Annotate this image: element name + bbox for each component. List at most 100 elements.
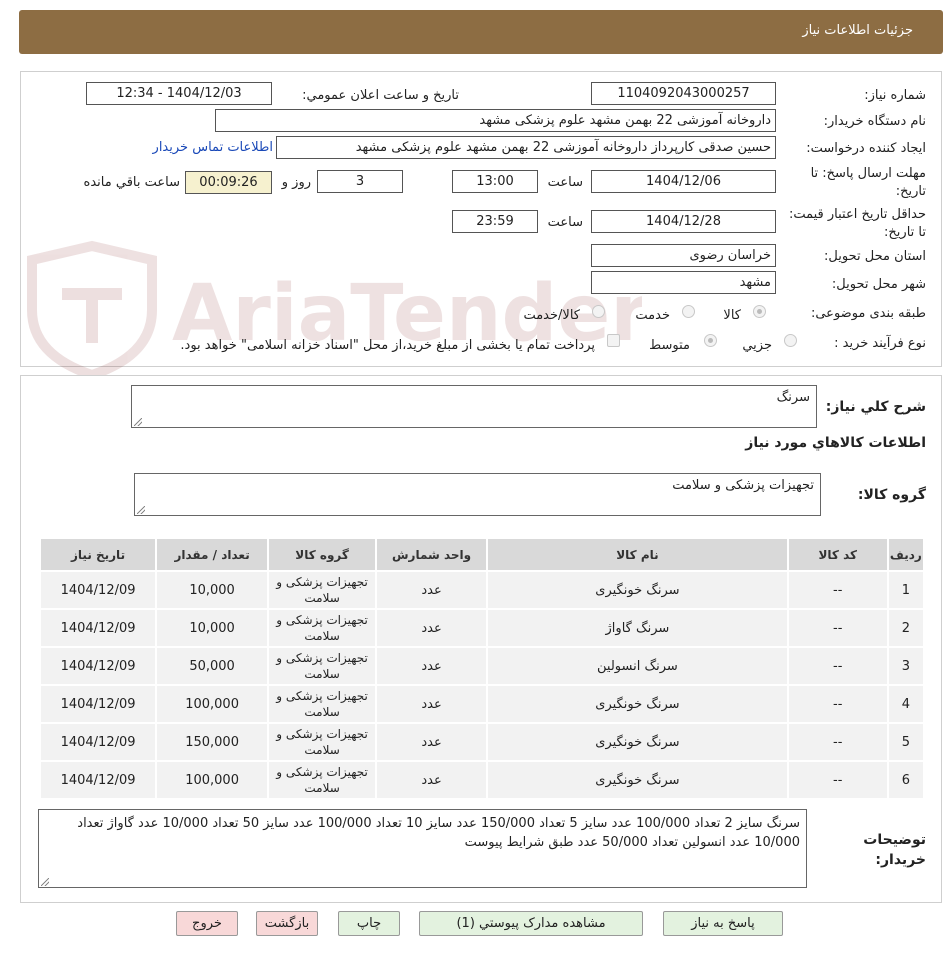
cell-item-code: -- xyxy=(788,610,887,646)
cell-unit: عدد xyxy=(377,648,487,684)
process-option-medium: متوسط xyxy=(649,338,690,353)
payment-note: پرداخت تمام یا بخشی از مبلغ خرید،از محل … xyxy=(180,338,595,353)
page-header: جزئیات اطلاعات نیاز xyxy=(19,10,943,54)
cell-item-code: -- xyxy=(788,686,887,722)
category-radio-goods[interactable] xyxy=(753,305,766,318)
general-desc-text: سرنگ xyxy=(776,390,810,405)
cell-need-date: 1404/12/09 xyxy=(41,610,156,646)
category-option-goods: کالا xyxy=(723,308,741,323)
items-section-title: اطلاعات کالاهاي مورد نیاز xyxy=(745,435,926,451)
cell-need-date: 1404/12/09 xyxy=(41,762,156,798)
days-label: روز و xyxy=(281,175,311,190)
cell-goods-group: تجهیزات پزشکی و سلامت xyxy=(269,762,376,798)
cell-goods-group: تجهیزات پزشکی و سلامت xyxy=(269,648,376,684)
cell-item-name: سرنگ خونگیری xyxy=(488,572,787,608)
cell-unit: عدد xyxy=(377,686,487,722)
cell-quantity: 10,000 xyxy=(157,610,268,646)
items-table: ردیف کد کالا نام کالا واحد شمارش گروه کا… xyxy=(39,537,925,800)
need-number-label: شماره نیاز: xyxy=(864,88,926,103)
view-attachments-button[interactable]: مشاهده مدارک پیوستي (1) xyxy=(419,911,643,936)
city-field: مشهد xyxy=(591,271,776,294)
cell-unit: عدد xyxy=(377,572,487,608)
requester-field: حسین صدقی کارپرداز داروخانه آموزشی 22 به… xyxy=(276,136,776,159)
process-radio-small[interactable] xyxy=(784,334,797,347)
validity-label: حداقل تاریخ اعتبار قیمت: تا تاریخ: xyxy=(788,207,926,240)
print-button[interactable]: چاپ xyxy=(338,911,400,936)
cell-item-name: سرنگ خونگیری xyxy=(488,762,787,798)
cell-goods-group: تجهیزات پزشکی و سلامت xyxy=(269,610,376,646)
buyer-notes-text: سرنگ سایز 2 تعداد 100/000 عدد سایز 5 تعد… xyxy=(77,816,800,850)
cell-need-date: 1404/12/09 xyxy=(41,648,156,684)
announce-field: 1404/12/03 - 12:34 xyxy=(86,82,272,105)
table-row: 3 -- سرنگ انسولین عدد تجهیزات پزشکی و سلامت 5… xyxy=(41,648,923,684)
validity-time-field: 23:59 xyxy=(452,210,538,233)
deadline-time-label: ساعت xyxy=(547,175,583,190)
goods-group-field[interactable]: تجهیزات پزشکی و سلامت xyxy=(134,473,821,516)
cell-quantity: 150,000 xyxy=(157,724,268,760)
cell-item-code: -- xyxy=(788,572,887,608)
cell-unit: عدد xyxy=(377,724,487,760)
cell-quantity: 100,000 xyxy=(157,762,268,798)
col-item-name: نام کالا xyxy=(488,539,787,570)
cell-row-number: 4 xyxy=(888,686,923,722)
col-need-date: تاریخ نیاز xyxy=(41,539,156,570)
cell-row-number: 5 xyxy=(888,724,923,760)
cell-need-date: 1404/12/09 xyxy=(41,572,156,608)
validity-date-field: 1404/12/28 xyxy=(591,210,776,233)
general-desc-field[interactable]: سرنگ xyxy=(131,385,817,428)
cell-goods-group: تجهیزات پزشکی و سلامت xyxy=(269,572,376,608)
cell-goods-group: تجهیزات پزشکی و سلامت xyxy=(269,724,376,760)
cell-item-code: -- xyxy=(788,724,887,760)
announce-label: تاریخ و ساعت اعلان عمومي: xyxy=(302,88,459,103)
days-field: 3 xyxy=(317,170,403,193)
col-item-code: کد کالا xyxy=(788,539,887,570)
cell-quantity: 100,000 xyxy=(157,686,268,722)
category-radio-service[interactable] xyxy=(682,305,695,318)
process-option-small: جزیي xyxy=(742,338,772,353)
table-row: 6 -- سرنگ خونگیری عدد تجهیزات پزشکی و سلامت 1… xyxy=(41,762,923,798)
buyer-org-label: نام دستگاه خریدار: xyxy=(823,114,926,129)
cell-unit: عدد xyxy=(377,762,487,798)
cell-goods-group: تجهیزات پزشکی و سلامت xyxy=(269,686,376,722)
cell-need-date: 1404/12/09 xyxy=(41,724,156,760)
resize-grip-icon xyxy=(134,418,142,426)
general-desc-label: شرح کلي نیاز: xyxy=(825,399,926,415)
col-unit: واحد شمارش xyxy=(377,539,487,570)
table-row: 4 -- سرنگ خونگیری عدد تجهیزات پزشکی و سلامت 1… xyxy=(41,686,923,722)
buyer-notes-label: توضیحات خریدار: xyxy=(863,832,926,868)
validity-time-label: ساعت xyxy=(547,215,583,230)
table-row: 2 -- سرنگ گاواژ عدد تجهیزات پزشکی و سلامت 10,… xyxy=(41,610,923,646)
buyer-notes-field[interactable]: سرنگ سایز 2 تعداد 100/000 عدد سایز 5 تعد… xyxy=(38,809,807,888)
resize-grip-icon xyxy=(137,506,145,514)
need-number-field: 1104092043000257 xyxy=(591,82,776,105)
remaining-time-field: 00:09:26 xyxy=(185,171,272,194)
remaining-label: ساعت باقي مانده xyxy=(83,175,180,190)
reply-button[interactable]: پاسخ به نیاز xyxy=(663,911,783,936)
category-option-service: خدمت xyxy=(635,308,670,323)
cell-quantity: 50,000 xyxy=(157,648,268,684)
category-radio-both[interactable] xyxy=(592,305,605,318)
cell-row-number: 3 xyxy=(888,648,923,684)
province-label: استان محل تحویل: xyxy=(824,249,926,264)
treasury-checkbox[interactable] xyxy=(607,334,620,347)
cell-need-date: 1404/12/09 xyxy=(41,686,156,722)
deadline-date-field: 1404/12/06 xyxy=(591,170,776,193)
cell-row-number: 6 xyxy=(888,762,923,798)
buyer-contact-link[interactable]: اطلاعات تماس خریدار xyxy=(153,140,273,155)
goods-group-label: گروه کالا: xyxy=(857,487,926,503)
goods-group-text: تجهیزات پزشکی و سلامت xyxy=(672,478,814,493)
cell-unit: عدد xyxy=(377,610,487,646)
col-goods-group: گروه کالا xyxy=(269,539,376,570)
exit-button[interactable]: خروج xyxy=(176,911,238,936)
cell-row-number: 2 xyxy=(888,610,923,646)
cell-item-name: سرنگ خونگیری xyxy=(488,724,787,760)
city-label: شهر محل تحویل: xyxy=(831,277,926,292)
col-quantity: تعداد / مقدار xyxy=(157,539,268,570)
back-button[interactable]: بازگشت xyxy=(256,911,318,936)
deadline-label: مهلت ارسال پاسخ: تا تاریخ: xyxy=(810,166,926,199)
cell-row-number: 1 xyxy=(888,572,923,608)
table-row: 5 -- سرنگ خونگیری عدد تجهیزات پزشکی و سلامت 1… xyxy=(41,724,923,760)
process-radio-medium[interactable] xyxy=(704,334,717,347)
deadline-time-field: 13:00 xyxy=(452,170,538,193)
cell-item-code: -- xyxy=(788,762,887,798)
